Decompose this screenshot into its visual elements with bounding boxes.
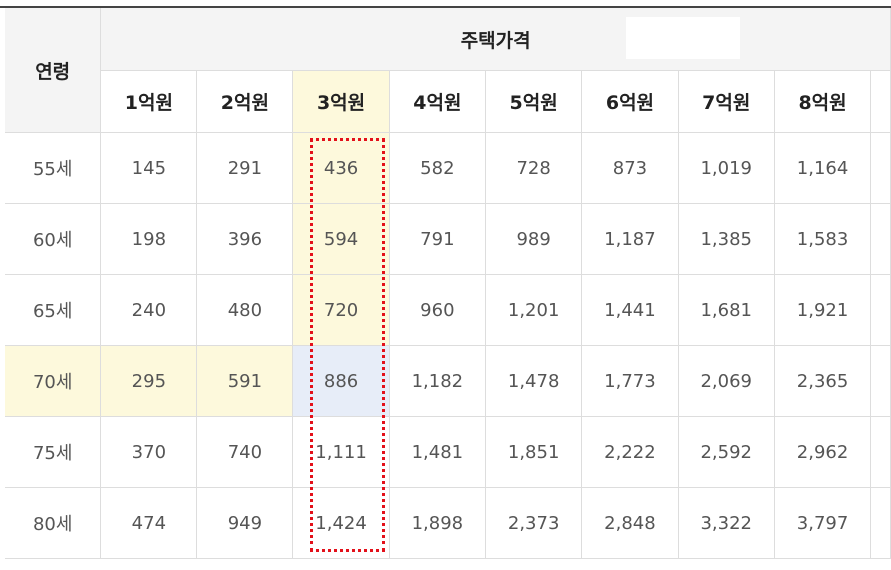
table-cell: 1,201 (484, 274, 583, 346)
table-cell: 291 (196, 132, 294, 204)
table-row: 65세 240 480 720 960 1,201 1,441 1,681 1,… (5, 274, 891, 346)
table-cell: 1,921 (773, 274, 872, 346)
cutoff-cell (870, 132, 891, 204)
table-cell: 480 (196, 274, 294, 346)
pension-table-screenshot: 연령 주택가격 1억원 2억원 3억원 4억원 5억원 6억원 7억원 8억원 … (0, 0, 891, 570)
table-cell: 1,019 (677, 132, 775, 204)
table-row: 75세 370 740 1,111 1,481 1,851 2,222 2,59… (5, 416, 891, 488)
table-cell: 145 (100, 132, 198, 204)
table-cell: 2,373 (484, 487, 583, 559)
table-cell: 1,187 (581, 203, 679, 275)
age-column-header: 연령 (5, 8, 102, 133)
table-row: 60세 198 396 594 791 989 1,187 1,385 1,58… (5, 203, 891, 275)
cutoff-cell (870, 487, 891, 559)
table-cell: 295 (100, 345, 198, 417)
price-header-4: 4억원 (388, 70, 487, 133)
price-header-8: 8억원 (773, 70, 872, 133)
row-age-label: 75세 (5, 416, 102, 488)
table-cell: 1,773 (581, 345, 679, 417)
cutoff-cell (870, 203, 891, 275)
cutoff-cell (870, 345, 891, 417)
table-cell: 1,681 (677, 274, 775, 346)
table-cell: 728 (484, 132, 583, 204)
price-header-5: 5억원 (484, 70, 583, 133)
table-cell: 1,385 (677, 203, 775, 275)
table-cell: 1,478 (484, 345, 583, 417)
house-price-group-header: 주택가격 (100, 8, 891, 71)
highlight-dashed-outline (310, 138, 385, 552)
table-cell: 960 (388, 274, 487, 346)
table-cell: 791 (388, 203, 487, 275)
pension-amount-table: 연령 주택가격 1억원 2억원 3억원 4억원 5억원 6억원 7억원 8억원 … (5, 8, 891, 559)
table-cell: 2,962 (773, 416, 872, 488)
table-cell: 240 (100, 274, 198, 346)
cutoff-column-header (870, 70, 891, 133)
redaction-box (626, 17, 740, 59)
table-cell: 1,851 (484, 416, 583, 488)
cutoff-cell (870, 416, 891, 488)
table-row-highlighted: 70세 295 591 886 1,182 1,478 1,773 2,069 … (5, 345, 891, 417)
table-cell: 2,848 (581, 487, 679, 559)
table-cell: 591 (196, 345, 294, 417)
table-cell: 2,592 (677, 416, 775, 488)
price-header-2: 2억원 (196, 70, 294, 133)
table-cell: 949 (196, 487, 294, 559)
row-age-label: 70세 (5, 345, 102, 417)
table-row: 55세 145 291 436 582 728 873 1,019 1,164 (5, 132, 891, 204)
row-age-label: 60세 (5, 203, 102, 275)
table-cell: 198 (100, 203, 198, 275)
table-cell: 1,182 (388, 345, 487, 417)
table-cell: 2,365 (773, 345, 872, 417)
table-cell: 2,069 (677, 345, 775, 417)
table-cell: 1,898 (388, 487, 487, 559)
row-age-label: 80세 (5, 487, 102, 559)
table-cell: 989 (484, 203, 583, 275)
cutoff-cell (870, 274, 891, 346)
price-header-6: 6억원 (581, 70, 679, 133)
table-cell: 2,222 (581, 416, 679, 488)
table-cell: 1,583 (773, 203, 872, 275)
row-age-label: 55세 (5, 132, 102, 204)
table-cell: 396 (196, 203, 294, 275)
price-header-7: 7억원 (677, 70, 775, 133)
table-cell: 370 (100, 416, 198, 488)
table-cell: 1,441 (581, 274, 679, 346)
table-cell: 873 (581, 132, 679, 204)
row-age-label: 65세 (5, 274, 102, 346)
table-cell: 1,164 (773, 132, 872, 204)
price-header-1: 1억원 (100, 70, 198, 133)
price-header-3-highlighted: 3억원 (292, 70, 390, 133)
table-cell: 3,797 (773, 487, 872, 559)
table-cell: 1,481 (388, 416, 487, 488)
table-row: 80세 474 949 1,424 1,898 2,373 2,848 3,32… (5, 487, 891, 559)
table-cell: 582 (388, 132, 487, 204)
table-cell: 3,322 (677, 487, 775, 559)
table-cell: 474 (100, 487, 198, 559)
table-cell: 740 (196, 416, 294, 488)
